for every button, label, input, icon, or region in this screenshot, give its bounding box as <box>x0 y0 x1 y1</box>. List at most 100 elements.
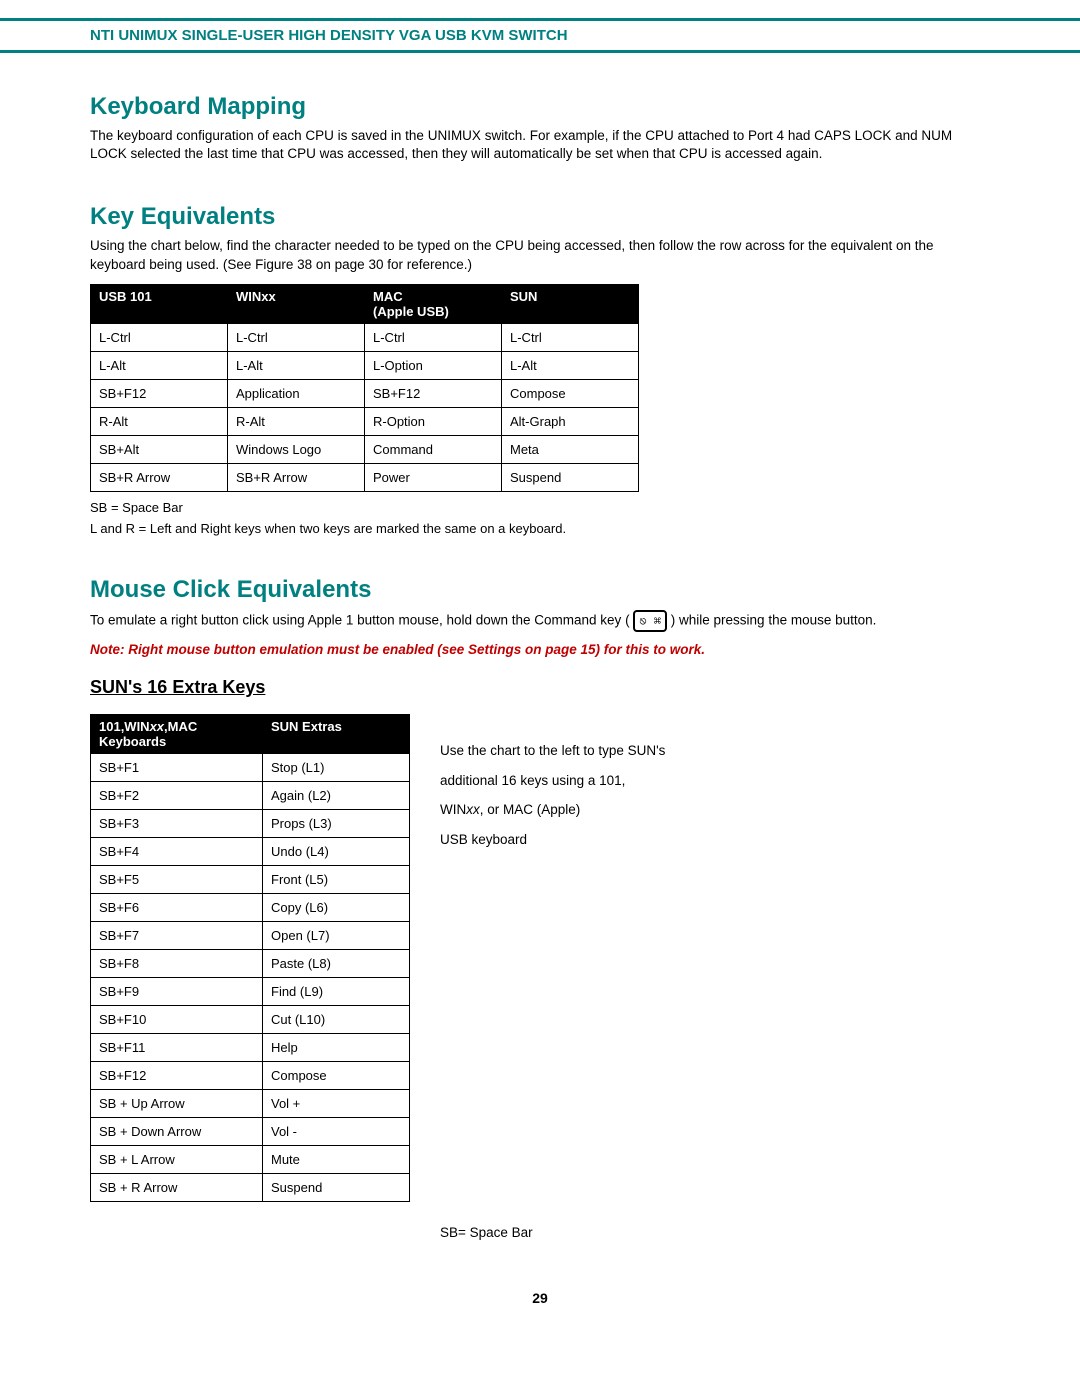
table-cell: R-Alt <box>228 407 365 435</box>
table-cell: SB+Alt <box>91 435 228 463</box>
key-equivalents-text: Using the chart below, find the characte… <box>90 237 990 273</box>
table-cell: Power <box>365 463 502 491</box>
sun-extra-keys-table: 101,WINxx,MAC Keyboards SUN Extras SB+F1… <box>90 714 410 1202</box>
table-cell: SB+F1 <box>91 754 263 782</box>
table-cell: Open (L7) <box>263 922 410 950</box>
table-cell: SB+F11 <box>91 1034 263 1062</box>
table-row: SB+F2Again (L2) <box>91 782 410 810</box>
table-cell: Help <box>263 1034 410 1062</box>
heading-keyboard-mapping: Keyboard Mapping <box>90 93 990 121</box>
table-cell: L-Ctrl <box>91 323 228 351</box>
table-cell: L-Ctrl <box>228 323 365 351</box>
table-cell: SB+F12 <box>91 1062 263 1090</box>
table-cell: Suspend <box>502 463 639 491</box>
heading-mouse-click: Mouse Click Equivalents <box>90 576 990 604</box>
table-header: SUN <box>502 284 639 323</box>
table-header: MAC (Apple USB) <box>365 284 502 323</box>
page-number: 29 <box>0 1290 1080 1326</box>
table-cell: Vol - <box>263 1118 410 1146</box>
table-row: R-AltR-AltR-OptionAlt-Graph <box>91 407 639 435</box>
table-row: SB+F8Paste (L8) <box>91 950 410 978</box>
table-cell: Meta <box>502 435 639 463</box>
table-header: 101,WINxx,MAC Keyboards <box>91 715 263 754</box>
table-row: SB+F4Undo (L4) <box>91 838 410 866</box>
table-cell: Alt-Graph <box>502 407 639 435</box>
sun-side-text: Use the chart to the left to type SUN's … <box>440 706 665 855</box>
heading-key-equivalents: Key Equivalents <box>90 203 990 231</box>
table-row: SB+F6Copy (L6) <box>91 894 410 922</box>
table-cell: SB+F9 <box>91 978 263 1006</box>
legend-lr: L and R = Left and Right keys when two k… <box>90 521 990 536</box>
table-cell: R-Option <box>365 407 502 435</box>
table-cell: SB + Up Arrow <box>91 1090 263 1118</box>
table-header: SUN Extras <box>263 715 410 754</box>
key-equivalents-table: USB 101 WINxx MAC (Apple USB) SUN L-Ctrl… <box>90 284 639 492</box>
table-cell: Mute <box>263 1146 410 1174</box>
table-cell: Undo (L4) <box>263 838 410 866</box>
table-cell: L-Option <box>365 351 502 379</box>
table-cell: Suspend <box>263 1174 410 1202</box>
table-cell: Vol + <box>263 1090 410 1118</box>
table-cell: Copy (L6) <box>263 894 410 922</box>
table-cell: SB+F7 <box>91 922 263 950</box>
table-header: USB 101 <box>91 284 228 323</box>
table-cell: Find (L9) <box>263 978 410 1006</box>
table-cell: Windows Logo <box>228 435 365 463</box>
legend-sb: SB = Space Bar <box>90 500 990 515</box>
table-cell: SB+F12 <box>365 379 502 407</box>
table-row: SB+R ArrowSB+R ArrowPowerSuspend <box>91 463 639 491</box>
keyboard-mapping-text: The keyboard configuration of each CPU i… <box>90 127 990 163</box>
table-row: SB+AltWindows LogoCommandMeta <box>91 435 639 463</box>
table-cell: Command <box>365 435 502 463</box>
table-row: SB+F12ApplicationSB+F12Compose <box>91 379 639 407</box>
table-cell: Stop (L1) <box>263 754 410 782</box>
table-row: SB+F9Find (L9) <box>91 978 410 1006</box>
table-cell: SB+F8 <box>91 950 263 978</box>
table-row: SB+F10Cut (L10) <box>91 1006 410 1034</box>
table-row: SB+F11Help <box>91 1034 410 1062</box>
table-row: SB + R ArrowSuspend <box>91 1174 410 1202</box>
note-emulation: Note: Right mouse button emulation must … <box>90 642 990 657</box>
table-cell: Props (L3) <box>263 810 410 838</box>
sb-note: SB= Space Bar <box>440 1215 665 1240</box>
table-cell: SB+F2 <box>91 782 263 810</box>
table-row: SB + Up ArrowVol + <box>91 1090 410 1118</box>
header-title: NTI UNIMUX SINGLE-USER HIGH DENSITY VGA … <box>90 27 568 44</box>
table-cell: Paste (L8) <box>263 950 410 978</box>
table-cell: SB+R Arrow <box>228 463 365 491</box>
table-row: SB + Down ArrowVol - <box>91 1118 410 1146</box>
table-cell: L-Alt <box>228 351 365 379</box>
table-cell: SB + Down Arrow <box>91 1118 263 1146</box>
table-row: SB+F7Open (L7) <box>91 922 410 950</box>
table-cell: L-Alt <box>91 351 228 379</box>
command-key-icon: ⎋ ⌘ <box>633 610 667 632</box>
mouse-click-text: To emulate a right button click using Ap… <box>90 610 990 632</box>
table-row: L-AltL-AltL-OptionL-Alt <box>91 351 639 379</box>
table-cell: Compose <box>502 379 639 407</box>
table-cell: SB + L Arrow <box>91 1146 263 1174</box>
table-cell: SB + R Arrow <box>91 1174 263 1202</box>
table-cell: L-Ctrl <box>502 323 639 351</box>
table-cell: SB+F12 <box>91 379 228 407</box>
table-cell: SB+F4 <box>91 838 263 866</box>
table-cell: L-Alt <box>502 351 639 379</box>
document-header: NTI UNIMUX SINGLE-USER HIGH DENSITY VGA … <box>0 18 1080 53</box>
table-cell: Front (L5) <box>263 866 410 894</box>
table-cell: Application <box>228 379 365 407</box>
table-row: SB+F3Props (L3) <box>91 810 410 838</box>
table-header: WINxx <box>228 284 365 323</box>
table-row: SB+F5Front (L5) <box>91 866 410 894</box>
table-cell: SB+F5 <box>91 866 263 894</box>
table-cell: SB+F3 <box>91 810 263 838</box>
table-cell: Compose <box>263 1062 410 1090</box>
table-row: SB+F12Compose <box>91 1062 410 1090</box>
table-cell: SB+F6 <box>91 894 263 922</box>
table-cell: SB+F10 <box>91 1006 263 1034</box>
table-cell: R-Alt <box>91 407 228 435</box>
table-row: L-CtrlL-CtrlL-CtrlL-Ctrl <box>91 323 639 351</box>
table-cell: Again (L2) <box>263 782 410 810</box>
table-cell: L-Ctrl <box>365 323 502 351</box>
table-row: SB+F1Stop (L1) <box>91 754 410 782</box>
table-cell: Cut (L10) <box>263 1006 410 1034</box>
table-row: SB + L ArrowMute <box>91 1146 410 1174</box>
